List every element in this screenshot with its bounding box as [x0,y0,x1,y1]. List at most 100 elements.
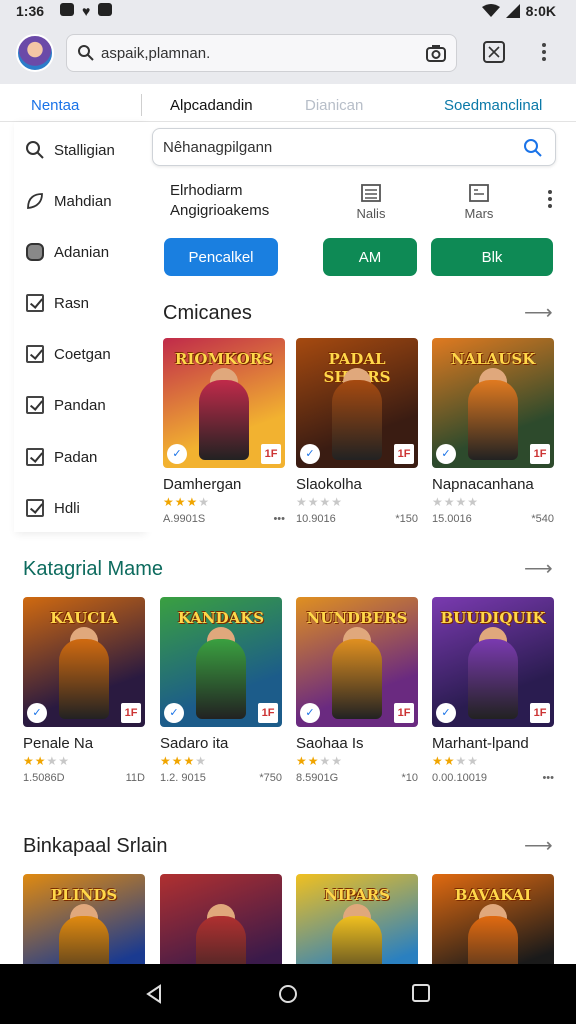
signal-icon [505,4,520,18]
platform-icon: ✓ [27,703,47,723]
sidebar-item-mahdian[interactable]: Mahdian [24,188,112,214]
checkbox-icon[interactable] [24,292,46,314]
rating-count: 8.5901G [296,772,339,784]
game-title-art: RIOMKORS [174,350,274,368]
sidebar-item-pandan[interactable]: Pandan [24,392,106,418]
panel-subtitle-secondary: Angigrioakems [170,202,270,219]
panel-subtitle: Elrhodiarm [170,182,243,199]
checkbox-icon[interactable] [24,497,46,519]
sidebar-item-label: Stalligian [54,141,115,159]
chip-blk[interactable]: Blk [431,238,553,276]
chip-am[interactable]: AM [323,238,417,276]
extra-info: ••• [542,772,554,784]
game-thumbnail[interactable]: RIOMKORS ✓ 1F [163,338,285,468]
platform-icon: ✓ [300,703,320,723]
avatar[interactable] [16,34,54,72]
search-icon [78,45,94,61]
section-title: Cmicanes [163,302,252,324]
arrow-right-icon[interactable]: ⟶ [524,556,553,581]
game-meta: 1.2. 9015 *750 [160,772,282,784]
nalis-button[interactable]: Nalis [346,184,396,221]
recents-icon[interactable] [412,984,430,1002]
search-icon[interactable] [523,138,543,158]
age-rating-icon: 1F [258,703,278,723]
panel-search-input[interactable]: Nêhanagpilgann [163,139,272,156]
more-options-icon[interactable] [548,190,552,208]
game-thumbnail[interactable]: KAUCIA ✓ 1F [23,597,145,727]
search-icon [24,139,46,161]
extra-info: 11D [125,772,145,784]
game-card[interactable]: KANDAKS ✓ 1F Sadaro ita ★★★★ 1.2. 9015 *750 [160,597,282,784]
game-thumbnail[interactable]: BUUDIQUIK ✓ 1F [432,597,554,727]
game-thumbnail[interactable]: NUNDBERS ✓ 1F [296,597,418,727]
system-nav-bar [0,964,576,1024]
game-name: Marhant-lpand [432,735,529,752]
game-card[interactable]: PADAL SHAIRS✓1FSlaokolha★★★★10.9016*150 [296,338,418,525]
arrow-right-icon[interactable]: ⟶ [524,300,553,325]
game-card[interactable]: RIOMKORS ✓ 1F Damhergan ★★★★ A.9901S ••• [163,338,285,525]
battery-text: 8:0K [525,3,556,19]
sidebar-item-adanian[interactable]: Adanian [24,239,109,265]
hero-figure [196,639,246,719]
checkbox-icon[interactable] [24,394,46,416]
mars-button[interactable]: Mars [454,184,504,221]
search-bar[interactable]: aspaik,plamnan. [66,34,457,72]
game-card[interactable]: KAUCIA ✓ 1F Penale Na ★★★★ 1.5086D 11D [23,597,145,784]
star-rating: ★★★★ [296,495,344,509]
rating-count: 10.9016 [296,513,336,525]
sidebar-item-stalligian[interactable]: Stalligian [24,137,115,163]
rating-count: 0.00.10019 [432,772,488,784]
back-icon[interactable] [145,984,163,1004]
heart-icon: ♥ [82,3,91,19]
age-rating-icon: 1F [530,703,550,723]
game-card[interactable]: NUNDBERS ✓ 1F Saohaa Is ★★★★ 8.5901G *10 [296,597,418,784]
star-rating: ★★★★ [432,754,480,768]
sidebar-item-label: Coetgan [54,345,111,363]
library-icon[interactable] [482,40,506,64]
overflow-menu-icon[interactable] [542,43,548,67]
hero-figure [59,639,109,719]
game-name: Penale Na [23,735,94,752]
tab-dianican[interactable]: Dianican [305,97,363,114]
sidebar-item-hdli[interactable]: Hdli [24,495,80,521]
search-input[interactable]: aspaik,plamnan. [101,45,210,62]
checkbox-icon[interactable] [24,343,46,365]
extra-info: *540 [531,513,554,525]
hero-figure [332,380,382,460]
checkbox-icon[interactable] [24,446,46,468]
game-thumbnail[interactable]: PADAL SHAIRS✓1F [296,338,418,468]
panel-search-bar[interactable]: Nêhanagpilgann [152,128,556,166]
game-card[interactable]: BUUDIQUIK ✓ 1F Marhant-lpand ★★★★ 0.00.10019 •… [432,597,554,784]
arrow-right-icon[interactable]: ⟶ [524,833,553,858]
list-icon [361,184,381,202]
camera-icon[interactable] [426,44,446,62]
nalis-label: Nalis [356,206,386,221]
sidebar-item-padan[interactable]: Padan [24,444,97,470]
sidebar-item-label: Pandan [54,396,106,414]
top-bar: aspaik,plamnan. [0,24,576,84]
tab-nentaa[interactable]: Nentaa [31,97,79,114]
star-rating: ★★★★ [296,754,344,768]
sidebar-item-rasn[interactable]: Rasn [24,290,89,316]
game-card[interactable]: NALAUSK ✓ 1F Napnacanhana ★★★★ 15.0016 *540 [432,338,554,525]
game-thumbnail[interactable]: KANDAKS ✓ 1F [160,597,282,727]
game-name: Sadaro ita [160,735,229,752]
sidebar-item-label: Rasn [54,294,90,312]
filter-sidebar: Stalligian Mahdian Adanian Rasn Coetgan … [14,122,144,532]
card-icon [469,184,489,202]
tab-alpcadandin[interactable]: Alpcadandin [170,97,253,114]
game-thumbnail[interactable]: NALAUSK ✓ 1F [432,338,554,468]
sidebar-item-label: Mahdian [54,192,112,210]
sidebar-item-coetgan[interactable]: Coetgan [24,341,111,367]
game-title-art: BUUDIQUIK [440,609,546,627]
chip-pencalkel[interactable]: Pencalkel [164,238,278,276]
tab-soedmanclinal[interactable]: Soedmanclinal [444,97,542,114]
extra-info: *150 [395,513,418,525]
wifi-icon [481,4,500,17]
game-title-art: NUNDBERS [306,609,408,627]
rating-count: A.9901S [163,513,206,525]
rating-count: 1.2. 9015 [160,772,206,784]
platform-icon: ✓ [164,703,184,723]
home-icon[interactable] [278,984,298,1004]
section-title: Katagrial Mame [23,558,164,580]
